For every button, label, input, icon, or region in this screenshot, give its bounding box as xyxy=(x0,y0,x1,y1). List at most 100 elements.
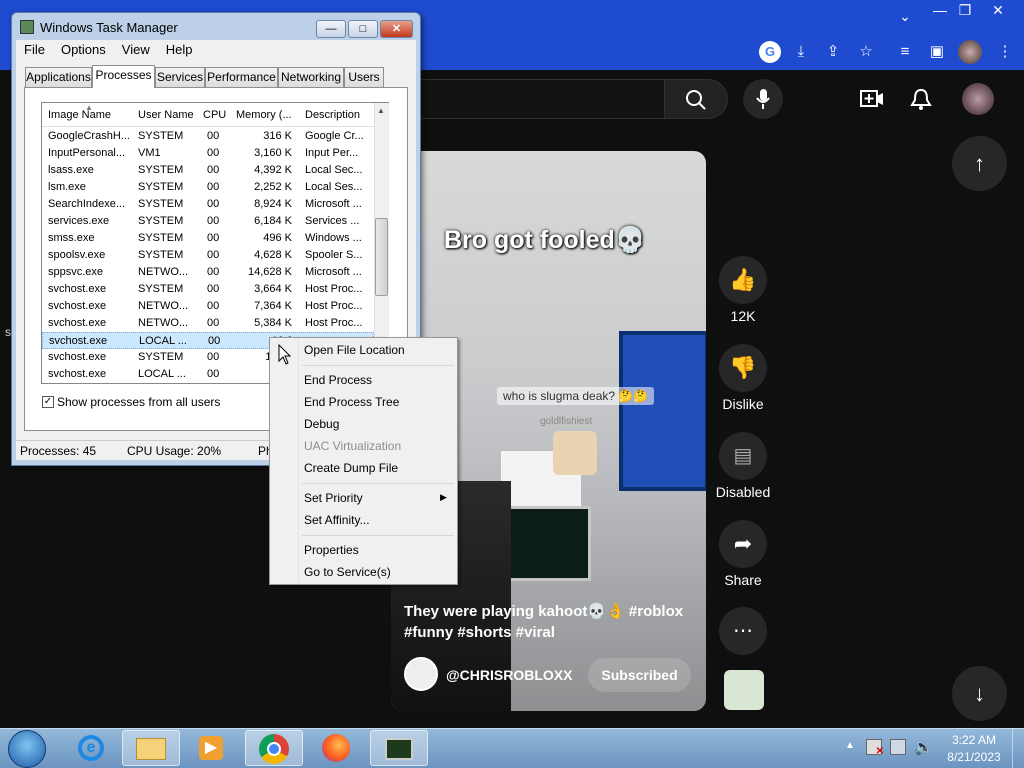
table-row[interactable]: SearchIndexe... SYSTEM 00 8,924 K Microsoft … xyxy=(42,196,374,213)
thumbs-down-icon: 👎 xyxy=(729,355,757,380)
table-row[interactable]: InputPersonal... VM1 00 3,160 K Input Per... xyxy=(42,145,374,162)
cell-mem: 4,392 K xyxy=(254,164,292,176)
sound-thumbnail[interactable] xyxy=(724,670,764,710)
notifications-bell-icon[interactable] xyxy=(910,87,932,111)
bookmark-star-icon[interactable]: ☆ xyxy=(855,41,877,63)
action-center-flag-icon[interactable]: ✕ xyxy=(866,739,884,757)
download-icon[interactable]: ⤓ xyxy=(790,41,812,63)
table-row[interactable]: sppsvc.exe NETWO... 00 14,628 K Microsoft ..… xyxy=(42,264,374,281)
browser-restore-button[interactable]: ❐ xyxy=(953,0,977,20)
cell-desc: Windows ... xyxy=(305,232,362,244)
browser-minimize-button[interactable]: — xyxy=(928,0,952,20)
profile-avatar[interactable] xyxy=(958,40,982,64)
tab-search-dropdown-icon[interactable]: ⌄ xyxy=(893,6,917,26)
volume-muted-icon[interactable]: 🔈 xyxy=(914,738,933,756)
column-cpu[interactable]: CPU xyxy=(203,109,226,121)
table-row[interactable]: lsass.exe SYSTEM 00 4,392 K Local Sec... xyxy=(42,162,374,179)
table-row[interactable]: GoogleCrashH... SYSTEM 00 316 K Google Cr... xyxy=(42,128,374,145)
google-icon[interactable]: G xyxy=(759,41,781,63)
search-input[interactable] xyxy=(420,79,664,119)
create-video-icon[interactable] xyxy=(860,88,884,110)
table-row[interactable]: smss.exe SYSTEM 00 496 K Windows ... xyxy=(42,230,374,247)
column-image-name[interactable]: Image Name xyxy=(48,109,111,121)
taskbar-firefox[interactable] xyxy=(307,730,365,766)
browser-close-button[interactable]: ✕ xyxy=(986,0,1010,20)
table-row[interactable]: lsm.exe SYSTEM 00 2,252 K Local Ses... xyxy=(42,179,374,196)
tab-users[interactable]: Users xyxy=(344,67,384,87)
scrollbar-thumb[interactable] xyxy=(375,218,388,296)
cell-user: VM1 xyxy=(138,147,161,159)
share-icon[interactable]: ⇪ xyxy=(822,41,844,63)
table-row[interactable]: services.exe SYSTEM 00 6,184 K Services ... xyxy=(42,213,374,230)
voice-search-button[interactable] xyxy=(743,79,783,119)
network-icon[interactable] xyxy=(890,739,906,755)
close-button[interactable]: ✕ xyxy=(380,20,413,38)
tab-services[interactable]: Services xyxy=(155,67,205,87)
menu-gutter xyxy=(298,339,299,583)
menu-properties[interactable]: Properties xyxy=(304,543,359,557)
menu-end-process-tree[interactable]: End Process Tree xyxy=(304,395,399,409)
share-button[interactable]: ➦ xyxy=(719,520,767,568)
menu-set-priority[interactable]: Set Priority xyxy=(304,491,363,505)
taskbar-chrome[interactable] xyxy=(245,730,303,766)
menu-end-process[interactable]: End Process xyxy=(304,373,372,387)
channel-avatar[interactable] xyxy=(404,657,438,691)
table-row[interactable]: spoolsv.exe SYSTEM 00 4,628 K Spooler S... xyxy=(42,247,374,264)
menu-file[interactable]: File xyxy=(16,40,53,57)
channel-name[interactable]: @CHRISROBLOXX xyxy=(446,667,572,683)
show-all-users-checkbox[interactable]: ✓ xyxy=(42,396,54,408)
scroll-up-icon[interactable]: ▲ xyxy=(377,106,385,115)
menu-debug[interactable]: Debug xyxy=(304,417,339,431)
tab-applications[interactable]: Applications xyxy=(25,67,92,87)
menu-go-to-services[interactable]: Go to Service(s) xyxy=(304,565,391,579)
status-cpu-usage: CPU Usage: 20% xyxy=(127,444,222,458)
cell-cpu: 00 xyxy=(207,130,220,142)
subscribe-button[interactable]: Subscribed xyxy=(588,658,691,692)
maximize-button[interactable]: □ xyxy=(348,20,378,38)
clock-time[interactable]: 3:22 AM xyxy=(944,733,1004,747)
taskbar-task-manager[interactable] xyxy=(370,730,428,766)
dislike-button[interactable]: 👎 xyxy=(719,344,767,392)
column-user-name[interactable]: User Name xyxy=(138,109,194,121)
cell-name: InputPersonal... xyxy=(48,147,126,159)
table-row[interactable]: svchost.exe NETWO... 00 5,384 K Host Proc... xyxy=(42,315,374,332)
menu-create-dump-file[interactable]: Create Dump File xyxy=(304,461,398,475)
search-button[interactable] xyxy=(664,79,728,119)
sidepanel-icon[interactable]: ▣ xyxy=(926,41,948,63)
clock-date[interactable]: 8/21/2023 xyxy=(944,750,1004,764)
show-desktop-button[interactable] xyxy=(1012,729,1024,768)
menu-view[interactable]: View xyxy=(114,40,158,57)
video-description-line1[interactable]: They were playing kahoot💀👌 #roblox xyxy=(404,602,683,620)
taskbar-media-player[interactable]: ▶ xyxy=(182,730,240,766)
menu-separator xyxy=(302,483,454,484)
cell-user: SYSTEM xyxy=(138,283,184,295)
like-button[interactable]: 👍 xyxy=(719,256,767,304)
video-description-line2[interactable]: #funny #shorts #viral xyxy=(404,624,555,641)
previous-video-button[interactable]: ↑ xyxy=(952,136,1007,191)
menu-set-affinity[interactable]: Set Affinity... xyxy=(304,513,370,527)
taskbar-explorer[interactable] xyxy=(122,730,180,766)
account-avatar[interactable] xyxy=(962,83,994,115)
next-video-button[interactable]: ↓ xyxy=(952,666,1007,721)
more-actions-button[interactable]: ⋯ xyxy=(719,607,767,655)
cell-cpu: 00 xyxy=(207,164,220,176)
menu-help[interactable]: Help xyxy=(158,40,201,57)
menu-options[interactable]: Options xyxy=(53,40,114,57)
cell-desc: Host Proc... xyxy=(305,283,363,295)
column-memory[interactable]: Memory (... xyxy=(236,109,292,121)
tray-show-hidden-icon[interactable]: ▲ xyxy=(845,740,855,751)
taskbar-internet-explorer[interactable]: e xyxy=(62,730,120,766)
tab-processes[interactable]: Processes xyxy=(92,65,155,88)
tab-performance[interactable]: Performance xyxy=(205,67,278,87)
menu-open-file-location[interactable]: Open File Location xyxy=(304,343,405,357)
comments-button[interactable]: ▤ xyxy=(719,432,767,480)
table-row[interactable]: svchost.exe NETWO... 00 7,364 K Host Proc... xyxy=(42,298,374,315)
media-control-icon[interactable]: ≡ xyxy=(894,41,916,63)
minimize-button[interactable]: — xyxy=(316,20,346,38)
table-row[interactable]: svchost.exe SYSTEM 00 3,664 K Host Proc... xyxy=(42,281,374,298)
column-description[interactable]: Description xyxy=(305,109,360,121)
cell-mem: 4,628 K xyxy=(254,249,292,261)
chrome-menu-icon[interactable]: ⋮ xyxy=(994,41,1016,63)
tab-networking[interactable]: Networking xyxy=(278,67,344,87)
start-button[interactable] xyxy=(8,730,46,768)
